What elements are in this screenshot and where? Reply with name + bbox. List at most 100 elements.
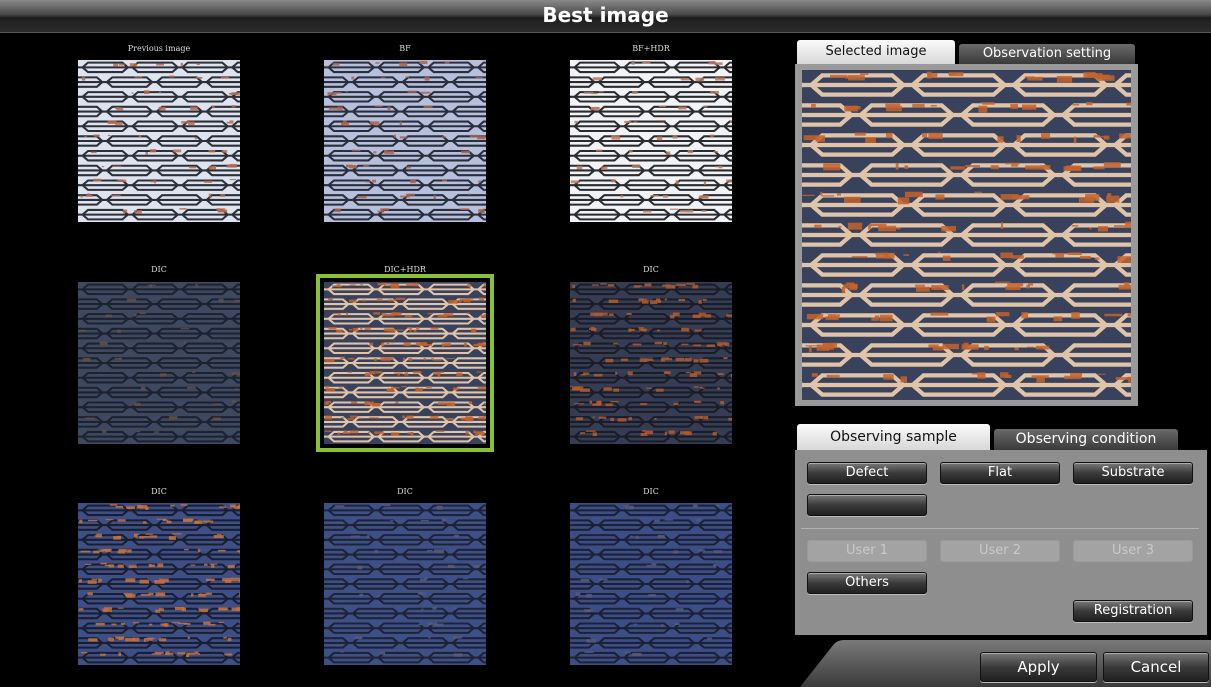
- texture-fleck: [589, 400, 593, 404]
- texture-fleck: [326, 388, 336, 391]
- thumbnail-2[interactable]: [324, 60, 486, 222]
- texture-fleck: [575, 417, 584, 421]
- texture-fleck: [444, 343, 451, 346]
- texture-fleck: [357, 195, 367, 199]
- texture-fleck: [453, 653, 463, 657]
- texture-fleck: [829, 74, 848, 78]
- texture-fleck: [187, 636, 190, 639]
- texture-fleck: [820, 191, 823, 196]
- substrate-button[interactable]: Substrate: [1073, 462, 1193, 484]
- tab-observation-setting[interactable]: Observation setting: [959, 44, 1135, 64]
- texture-fleck: [372, 179, 377, 183]
- texture-fleck: [444, 61, 450, 64]
- texture-fleck: [461, 150, 471, 154]
- texture-fleck: [99, 341, 108, 346]
- texture-fleck: [1027, 283, 1034, 286]
- texture-fleck: [131, 92, 134, 94]
- texture-fleck: [227, 565, 235, 569]
- texture-fleck: [452, 636, 462, 639]
- texture-fleck: [211, 105, 215, 109]
- texture-fleck: [115, 121, 123, 126]
- texture-fleck: [406, 415, 414, 419]
- user2-button[interactable]: User 2: [940, 540, 1060, 562]
- texture-fleck: [868, 224, 872, 230]
- texture-fleck: [340, 356, 345, 359]
- texture-fleck: [203, 563, 208, 566]
- texture-fleck: [693, 386, 699, 388]
- tab-selected-image[interactable]: Selected image: [797, 40, 955, 64]
- texture-fleck: [208, 165, 217, 170]
- texture-fleck: [605, 403, 613, 407]
- texture-fleck: [80, 652, 88, 654]
- texture-fleck: [726, 314, 732, 317]
- tab-observing-sample[interactable]: Observing sample: [797, 424, 990, 450]
- texture-fleck: [158, 608, 164, 611]
- texture-fleck: [696, 416, 703, 419]
- texture-fleck: [847, 222, 863, 230]
- texture-fleck: [226, 121, 230, 124]
- texture-fleck: [393, 134, 396, 138]
- texture-fleck: [445, 358, 456, 360]
- texture-fleck: [961, 284, 965, 290]
- flat-button[interactable]: Flat: [940, 462, 1060, 484]
- texture-fleck: [350, 535, 360, 538]
- texture-fleck: [138, 135, 142, 138]
- thumbnail-1[interactable]: [78, 60, 240, 222]
- texture-fleck: [229, 120, 234, 124]
- texture-fleck: [642, 430, 646, 432]
- thumbnail-7[interactable]: [78, 503, 240, 665]
- texture-fleck: [402, 357, 405, 361]
- thumbnail-3[interactable]: [570, 60, 732, 222]
- user1-button[interactable]: User 1: [807, 540, 927, 562]
- texture-fleck: [1068, 252, 1082, 256]
- texture-fleck: [620, 358, 628, 362]
- texture-fleck: [468, 193, 471, 195]
- defect-button[interactable]: Defect: [807, 462, 927, 484]
- thumbnail-4[interactable]: [78, 282, 240, 444]
- texture-fleck: [324, 401, 329, 405]
- texture-fleck: [180, 328, 190, 330]
- texture-fleck: [928, 73, 938, 78]
- texture-fleck: [1103, 162, 1121, 168]
- texture-fleck: [212, 403, 221, 406]
- texture-fleck: [930, 312, 949, 316]
- texture-fleck: [629, 328, 635, 332]
- texture-fleck: [87, 592, 93, 595]
- texture-fleck: [430, 415, 439, 419]
- tab-observing-condition[interactable]: Observing condition: [994, 429, 1178, 450]
- texture-fleck: [836, 193, 841, 196]
- apply-button[interactable]: Apply: [980, 652, 1097, 682]
- texture-fleck: [608, 313, 614, 316]
- registration-button[interactable]: Registration: [1073, 600, 1193, 622]
- cancel-button[interactable]: Cancel: [1103, 652, 1209, 682]
- thumbnail-8[interactable]: [324, 503, 486, 665]
- texture-fleck: [90, 151, 97, 154]
- texture-fleck: [111, 623, 117, 626]
- thumbnail-6[interactable]: [570, 282, 732, 444]
- texture-fleck: [591, 107, 600, 110]
- texture-fleck: [105, 519, 114, 521]
- texture-fleck: [593, 373, 603, 377]
- texture-fleck: [146, 637, 153, 641]
- user3-button[interactable]: User 3: [1073, 540, 1193, 562]
- blank-sample-button[interactable]: [807, 494, 927, 516]
- texture-fleck: [897, 197, 910, 205]
- texture-fleck: [139, 579, 150, 584]
- texture-fleck: [190, 564, 196, 566]
- texture-fleck: [427, 312, 433, 315]
- texture-fleck: [802, 194, 815, 197]
- texture-fleck: [234, 388, 239, 390]
- texture-fleck: [608, 299, 619, 304]
- texture-fleck: [390, 341, 395, 344]
- texture-fleck: [678, 106, 687, 110]
- texture-fleck: [195, 283, 198, 287]
- others-button[interactable]: Others: [807, 572, 927, 594]
- thumbnail-5[interactable]: [316, 274, 494, 452]
- texture-fleck: [477, 386, 486, 390]
- thumbnail-9[interactable]: [570, 503, 732, 665]
- texture-fleck: [192, 371, 196, 374]
- texture-fleck: [654, 519, 660, 522]
- texture-fleck: [334, 208, 341, 213]
- texture-fleck: [942, 255, 951, 261]
- texture-fleck: [413, 371, 422, 374]
